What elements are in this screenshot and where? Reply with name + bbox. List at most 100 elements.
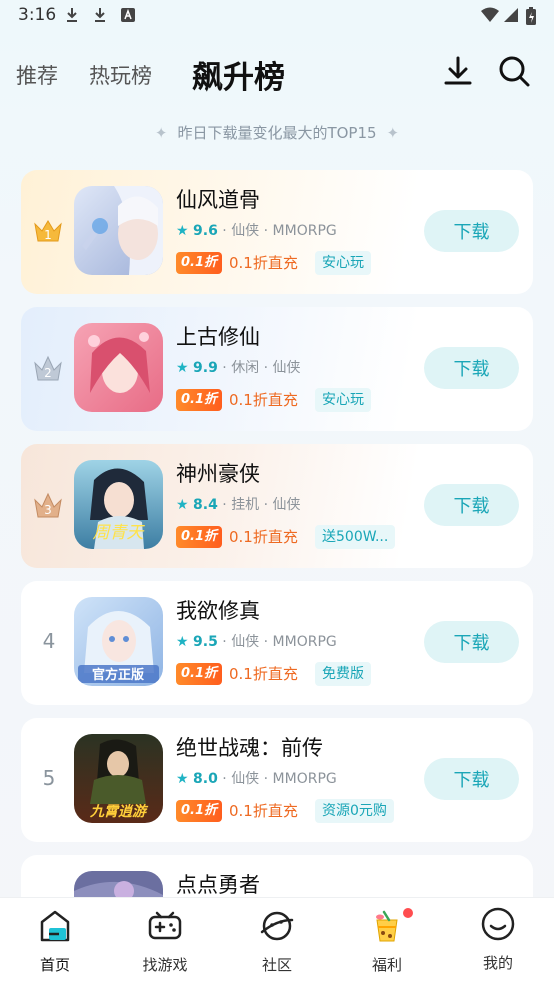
icon-text: 官方正版: [92, 667, 144, 683]
game-name: 神州豪侠: [176, 462, 260, 486]
app-notification-icon: [121, 8, 135, 22]
game-categories: 休闲 · 仙侠: [231, 360, 301, 376]
star-icon: ★: [176, 360, 189, 376]
game-card[interactable]: 3 周青天 神州豪侠 ★ 8.4 · 挂机 · 仙侠 0.1折 0.1折直充 送…: [21, 444, 533, 568]
nav-label: 福利: [371, 956, 402, 974]
star-icon: ★: [176, 634, 189, 650]
game-icon[interactable]: [74, 186, 163, 275]
drink-cup-icon: [376, 910, 398, 942]
game-meta: ★ 9.6 · 仙侠 · MMORPG: [176, 220, 337, 240]
nav-label: 我的: [482, 954, 513, 972]
game-categories: 仙侠 · MMORPG: [231, 634, 337, 650]
rank-number: 2: [44, 366, 52, 380]
search-icon[interactable]: [497, 54, 531, 88]
rank-number: 4: [42, 629, 56, 653]
game-score: 9.5: [193, 634, 218, 650]
game-score: 8.4: [193, 497, 218, 513]
smiley-icon: [481, 907, 515, 941]
tab-rising[interactable]: 飙升榜: [192, 52, 285, 97]
download-button[interactable]: 下载: [424, 484, 519, 526]
download-button[interactable]: 下载: [424, 621, 519, 663]
rank-number: 3: [44, 503, 52, 517]
game-name: 上古修仙: [176, 325, 260, 349]
sparkle-icon: ✦: [154, 124, 168, 142]
game-score: 8.0: [193, 771, 218, 787]
star-icon: ★: [176, 771, 189, 787]
feature-tag: 送500W...: [315, 525, 396, 549]
discount-text: 0.1折直充: [229, 802, 298, 820]
game-name: 仙风道骨: [176, 188, 260, 212]
nav-welfare[interactable]: 福利: [332, 898, 442, 985]
meta-separator: ·: [222, 360, 227, 376]
rank-number: 1: [44, 228, 52, 242]
discount-text: 0.1折直充: [229, 254, 298, 272]
game-card[interactable]: 5 九霄逍游 绝世战魂：前传 ★ 8.0 · 仙侠 · MMORPG 0.1折 …: [21, 718, 533, 842]
game-categories: 仙侠 · MMORPG: [231, 771, 337, 787]
game-meta: ★ 8.0 · 仙侠 · MMORPG: [176, 768, 337, 788]
nav-label: 社区: [261, 956, 292, 974]
download-button[interactable]: 下载: [424, 758, 519, 800]
game-card[interactable]: 2 上古修仙 ★ 9.9 · 休闲 · 仙侠 0.1折 0.1折直充 安心玩 下…: [21, 307, 533, 431]
meta-separator: ·: [222, 634, 227, 650]
discount-badge: 0.1折: [176, 389, 223, 411]
discount-text: 0.1折直充: [229, 665, 298, 683]
game-categories: 仙侠 · MMORPG: [231, 223, 337, 239]
nav-community[interactable]: 社区: [222, 898, 332, 985]
rank-number: 5: [42, 766, 56, 790]
download-notification-icon: [67, 8, 77, 22]
download-icon[interactable]: [441, 54, 475, 88]
discount-badge: 0.1折: [176, 800, 223, 822]
feature-tag: 安心玩: [315, 251, 371, 275]
bronze-crown-rank-icon: 3: [34, 492, 62, 518]
game-name: 点点勇者: [176, 873, 260, 897]
download-notification-icon: [95, 8, 105, 22]
gold-crown-rank-icon: 1: [34, 220, 62, 242]
feature-tag: 安心玩: [315, 388, 371, 412]
planet-face-icon: [260, 911, 294, 941]
meta-separator: ·: [222, 223, 227, 239]
notification-dot: [403, 908, 413, 918]
discount-badge: 0.1折: [176, 526, 223, 548]
signal-icon: [504, 8, 518, 22]
game-meta: ★ 8.4 · 挂机 · 仙侠: [176, 494, 301, 514]
discount-badge: 0.1折: [176, 252, 223, 274]
nav-label: 首页: [39, 956, 70, 974]
nav-home[interactable]: 首页: [0, 898, 110, 985]
meta-separator: ·: [222, 497, 227, 513]
discount-badge: 0.1折: [176, 663, 223, 685]
tab-hot-play[interactable]: 热玩榜: [89, 60, 152, 90]
status-bar: 3:16: [0, 0, 554, 32]
list-subtitle: ✦ 昨日下载量变化最大的TOP15 ✦: [0, 122, 554, 143]
feature-tag: 资源0元购: [315, 799, 394, 823]
game-icon[interactable]: 官方正版: [74, 597, 163, 686]
game-icon[interactable]: [74, 323, 163, 412]
download-button[interactable]: 下载: [424, 347, 519, 389]
game-score: 9.9: [193, 360, 218, 376]
game-card[interactable]: 1 仙风道骨 ★ 9.6 · 仙侠 · MMORPG 0.1折 0.1折直充 安…: [21, 170, 533, 294]
discount-text: 0.1折直充: [229, 391, 298, 409]
game-card[interactable]: 4 官方正版 我欲修真 ★ 9.5 · 仙侠 · MMORPG 0.1折 0.1…: [21, 581, 533, 705]
tab-recommend[interactable]: 推荐: [16, 60, 58, 90]
nav-label: 找游戏: [142, 956, 188, 974]
meta-separator: ·: [222, 771, 227, 787]
game-icon[interactable]: 周青天: [74, 460, 163, 549]
game-name: 绝世战魂：前传: [176, 736, 323, 760]
battery-icon: [526, 7, 536, 25]
game-meta: ★ 9.5 · 仙侠 · MMORPG: [176, 631, 337, 651]
download-button[interactable]: 下载: [424, 210, 519, 252]
nav-find-games[interactable]: 找游戏: [110, 898, 220, 985]
game-score: 9.6: [193, 223, 218, 239]
star-icon: ★: [176, 223, 189, 239]
game-meta: ★ 9.9 · 休闲 · 仙侠: [176, 357, 301, 377]
icon-text: 九霄逍游: [89, 803, 149, 820]
discount-text: 0.1折直充: [229, 528, 298, 546]
icon-text: 周青天: [93, 523, 146, 543]
feature-tag: 免费版: [315, 662, 371, 686]
game-name: 我欲修真: [176, 599, 260, 623]
game-icon[interactable]: 九霄逍游: [74, 734, 163, 823]
nav-mine[interactable]: 我的: [443, 898, 553, 985]
top-tab-bar: 推荐 热玩榜 飙升榜: [0, 48, 554, 104]
silver-crown-rank-icon: 2: [34, 355, 62, 381]
star-icon: ★: [176, 497, 189, 513]
gamepad-icon: [148, 911, 182, 940]
